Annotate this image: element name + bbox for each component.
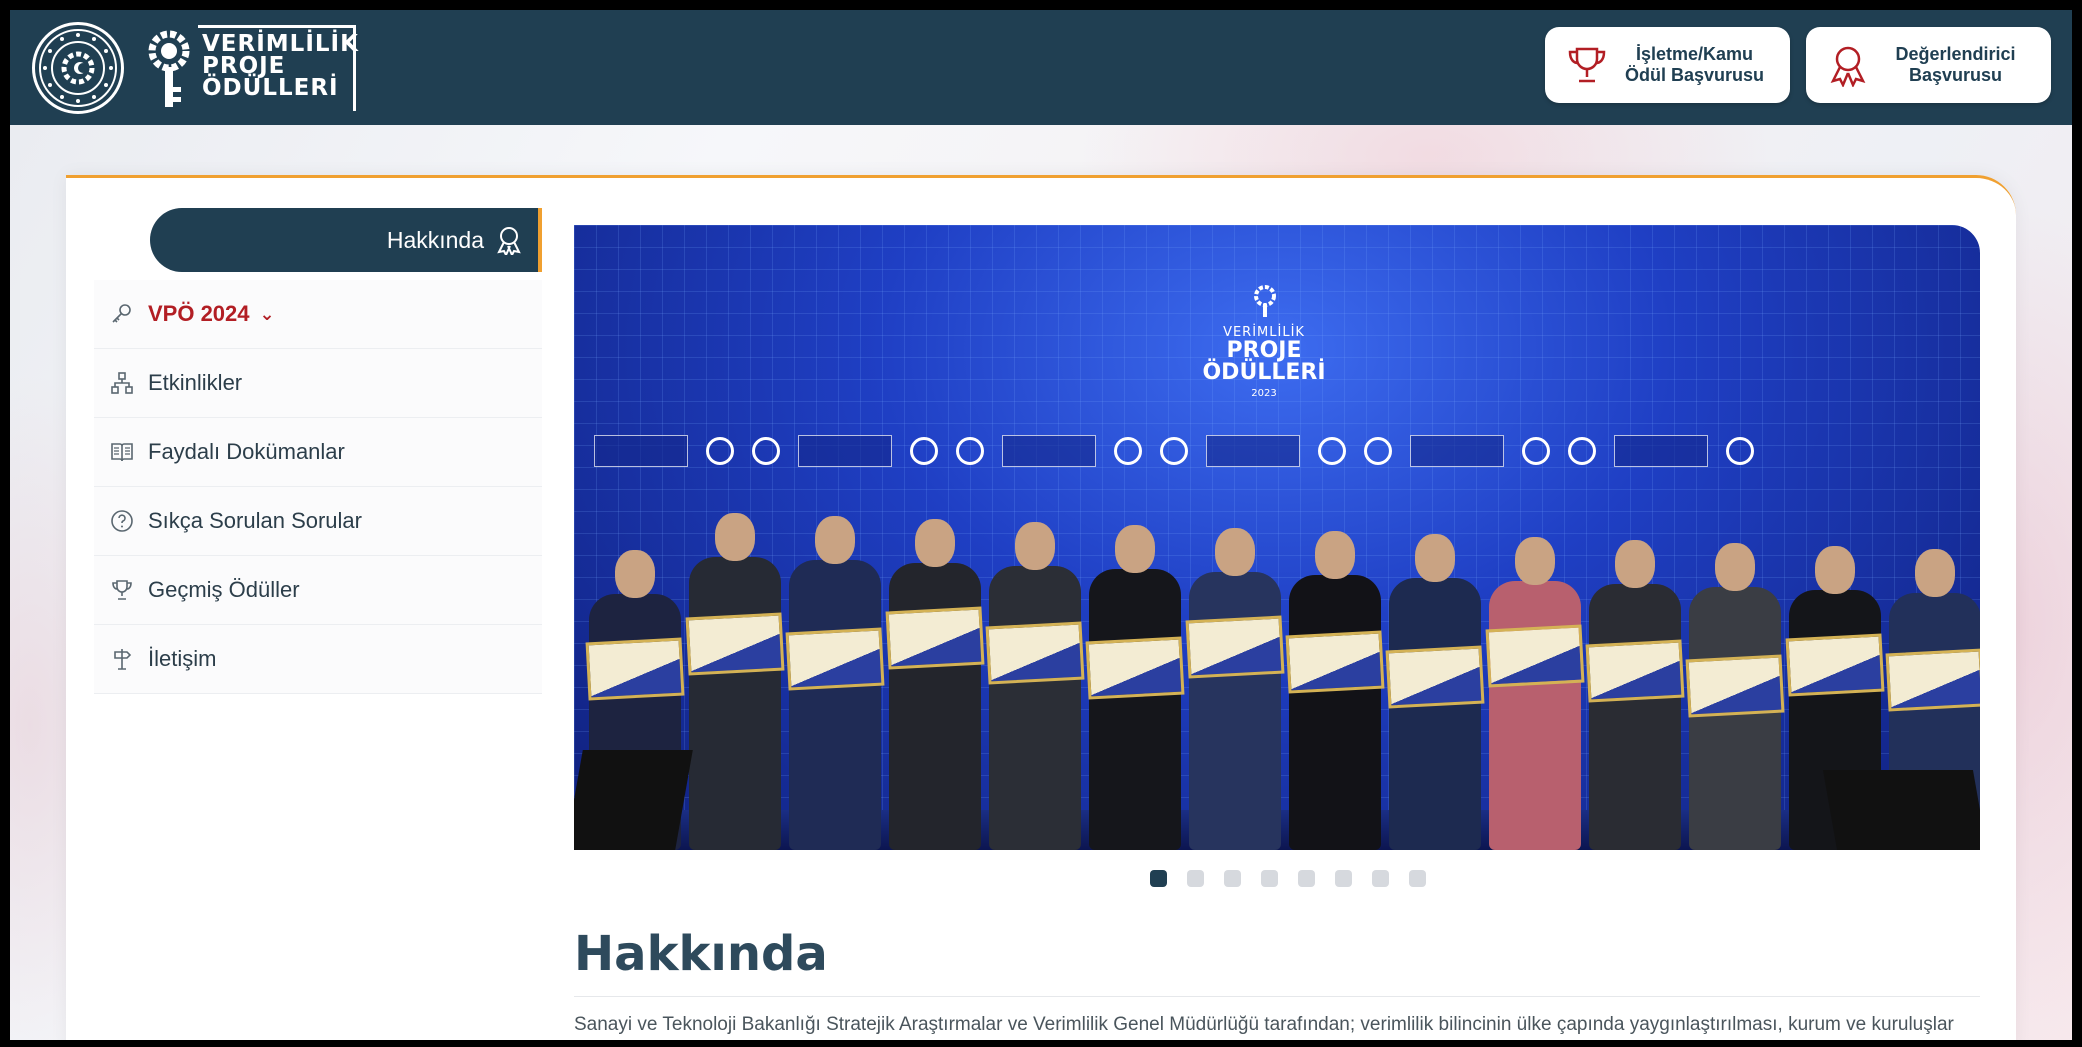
gear-key-icon bbox=[1254, 285, 1276, 317]
event-logo: VERİMLİLİK PROJE ÖDÜLLERİ 2023 bbox=[1194, 285, 1334, 415]
recipient-figure bbox=[1085, 525, 1185, 850]
ministry-seal-logo[interactable] bbox=[32, 22, 124, 114]
logo-text: VERİMLİLİK PROJE ÖDÜLLERİ bbox=[202, 31, 359, 101]
sidebar-item-gecmis-oduller[interactable]: Geçmiş Ödüller bbox=[94, 556, 542, 625]
award-ribbon-icon bbox=[497, 227, 521, 255]
recipient-figure bbox=[985, 522, 1085, 850]
recipient-figure bbox=[1185, 528, 1285, 850]
sidebar-item-label: İletişim bbox=[148, 646, 217, 671]
stage-speaker bbox=[1822, 770, 1980, 850]
sidebar-item-label: Sıkça Sorulan Sorular bbox=[148, 508, 362, 533]
photo-carousel[interactable]: VERİMLİLİK PROJE ÖDÜLLERİ 2023 bbox=[574, 225, 1980, 850]
about-paragraph: Sanayi ve Teknoloji Bakanlığı Stratejik … bbox=[574, 1014, 1954, 1035]
award-application-label: İşletme/Kamu Ödül Başvurusu bbox=[1624, 44, 1765, 85]
award-application-button[interactable]: İşletme/Kamu Ödül Başvurusu bbox=[1545, 27, 1790, 103]
vpo-logo[interactable]: VERİMLİLİK PROJE ÖDÜLLERİ bbox=[146, 25, 359, 111]
sidebar-item-iletisim[interactable]: İletişim bbox=[94, 625, 542, 694]
sidebar-item-label: Geçmiş Ödüller bbox=[148, 577, 300, 602]
sidebar-item-label: Faydalı Dokümanlar bbox=[148, 439, 345, 464]
content-card: Hakkında VPÖ 2024 ⌄ Etkinlikler Faydalı … bbox=[66, 175, 2016, 1040]
award-recipients-photo bbox=[574, 475, 1980, 850]
carousel-dot[interactable] bbox=[1224, 870, 1241, 887]
sidebar-menu: VPÖ 2024 ⌄ Etkinlikler Faydalı Dokümanla… bbox=[94, 280, 542, 694]
signpost-icon bbox=[114, 649, 132, 670]
book-icon bbox=[111, 443, 133, 462]
chevron-down-icon: ⌄ bbox=[259, 303, 275, 324]
recipient-figure bbox=[1285, 531, 1385, 850]
key-icon bbox=[112, 304, 131, 323]
carousel-dot[interactable] bbox=[1409, 870, 1426, 887]
sidebar-item-label: VPÖ 2024 bbox=[148, 301, 250, 326]
carousel-dot[interactable] bbox=[1372, 870, 1389, 887]
carousel-dot[interactable] bbox=[1335, 870, 1352, 887]
recipient-figure bbox=[1685, 543, 1785, 850]
gear-key-icon bbox=[148, 30, 190, 107]
recipient-figure bbox=[1585, 540, 1685, 850]
sidebar-item-vpo-2024[interactable]: VPÖ 2024 ⌄ bbox=[94, 280, 542, 349]
sidebar-item-sss[interactable]: Sıkça Sorulan Sorular bbox=[94, 487, 542, 556]
page-frame: VERİMLİLİK PROJE ÖDÜLLERİ İşletme/Kamu Ö… bbox=[10, 10, 2072, 1040]
sitemap-icon bbox=[111, 372, 133, 394]
page-title: Hakkında bbox=[574, 926, 1980, 997]
recipient-figure bbox=[885, 519, 985, 850]
logo-line-1: VERİMLİLİK bbox=[202, 31, 359, 57]
carousel-dot[interactable] bbox=[1150, 870, 1167, 887]
sidebar-item-etkinlikler[interactable]: Etkinlikler bbox=[94, 349, 542, 418]
sidebar-item-faydali-dokumanlar[interactable]: Faydalı Dokümanlar bbox=[94, 418, 542, 487]
recipient-figure bbox=[1485, 537, 1585, 850]
event-logo-year: 2023 bbox=[1251, 388, 1277, 399]
stage-speaker bbox=[574, 750, 693, 850]
backdrop-banners bbox=[594, 435, 1964, 471]
recipient-figure bbox=[685, 513, 785, 850]
evaluator-application-label: Değerlendirici Başvurusu bbox=[1895, 44, 2016, 85]
trophy-icon bbox=[1568, 47, 1606, 83]
question-icon bbox=[111, 510, 133, 532]
event-logo-main: PROJE ÖDÜLLERİ bbox=[1202, 338, 1326, 385]
seal-icon bbox=[39, 29, 117, 107]
carousel-pagination bbox=[1150, 870, 1426, 887]
sidebar-active-label: Hakkında bbox=[386, 226, 484, 253]
recipient-figure bbox=[785, 516, 885, 850]
logo-line-3: ÖDÜLLERİ bbox=[202, 75, 339, 101]
award-ribbon-icon bbox=[1830, 46, 1866, 87]
site-header: VERİMLİLİK PROJE ÖDÜLLERİ İşletme/Kamu Ö… bbox=[10, 10, 2072, 125]
trophy-icon bbox=[112, 580, 132, 600]
carousel-dot[interactable] bbox=[1298, 870, 1315, 887]
logo-line-2: PROJE bbox=[202, 53, 286, 79]
carousel-dot[interactable] bbox=[1261, 870, 1278, 887]
recipient-figure bbox=[1385, 534, 1485, 850]
sidebar-item-label: Etkinlikler bbox=[148, 370, 243, 395]
sidebar-item-hakkinda[interactable]: Hakkında bbox=[150, 208, 542, 272]
evaluator-application-button[interactable]: Değerlendirici Başvurusu bbox=[1806, 27, 2051, 103]
carousel-dot[interactable] bbox=[1187, 870, 1204, 887]
